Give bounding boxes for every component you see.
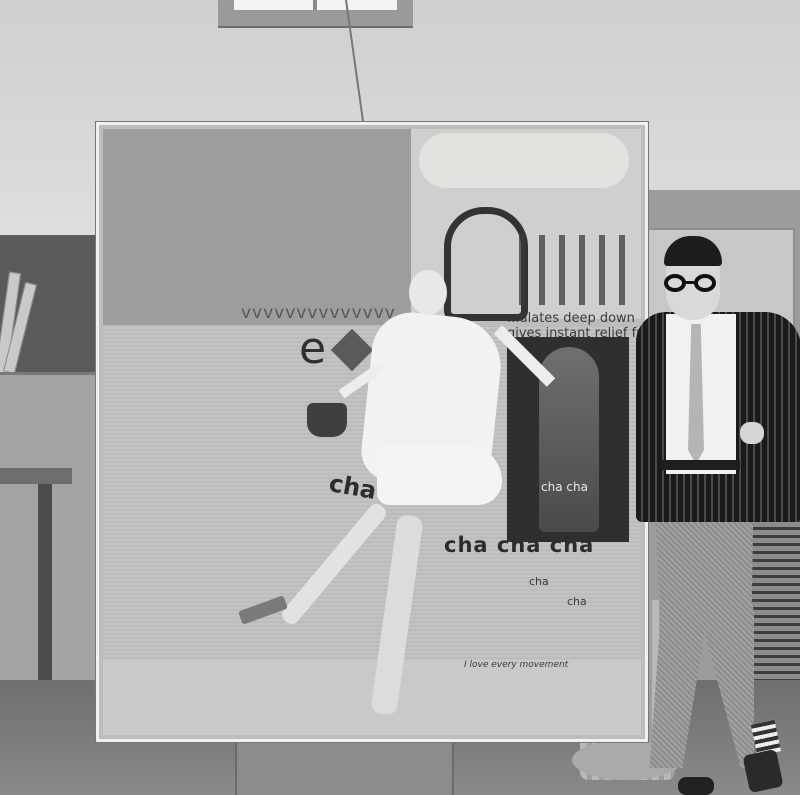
glasses-lens [694, 274, 716, 292]
painted-head-outline [444, 207, 528, 321]
cha-cha-cha-text: cha cha cha [444, 533, 595, 557]
love-note-text: I love every movement [464, 660, 569, 670]
artist-figure [636, 232, 800, 795]
glasses-lens [664, 274, 686, 292]
painted-cloud [419, 133, 629, 188]
round-glasses [664, 274, 722, 294]
cha-small-text: cha [567, 595, 587, 608]
right-shoe [742, 748, 784, 794]
workbench-leg [38, 484, 52, 694]
painted-scribble [519, 235, 635, 305]
painted-handbag [307, 403, 347, 437]
studio-scene: ...ulates deep down gives instant relief… [0, 0, 800, 795]
skylight-window [218, 0, 413, 28]
belt [662, 460, 740, 470]
photo-caption: cha cha [541, 480, 588, 494]
hair [664, 236, 722, 266]
window-mullion [313, 0, 317, 10]
dancer-head [409, 270, 447, 315]
slogan-line-2: gives instant relief from [507, 326, 648, 341]
letter-e: e [299, 323, 327, 374]
painted-grey-block [103, 129, 411, 325]
workbench-top [0, 468, 72, 484]
wavy-text: vvvvvvvvvvvvvv [241, 303, 396, 323]
dancer-skirt [377, 445, 502, 505]
cha-small-text: cha [529, 575, 549, 588]
hand [740, 422, 764, 444]
left-shoe [678, 777, 714, 795]
painting-canvas: ...ulates deep down gives instant relief… [96, 122, 648, 742]
slogan-line-1: ...ulates deep down [507, 311, 635, 326]
